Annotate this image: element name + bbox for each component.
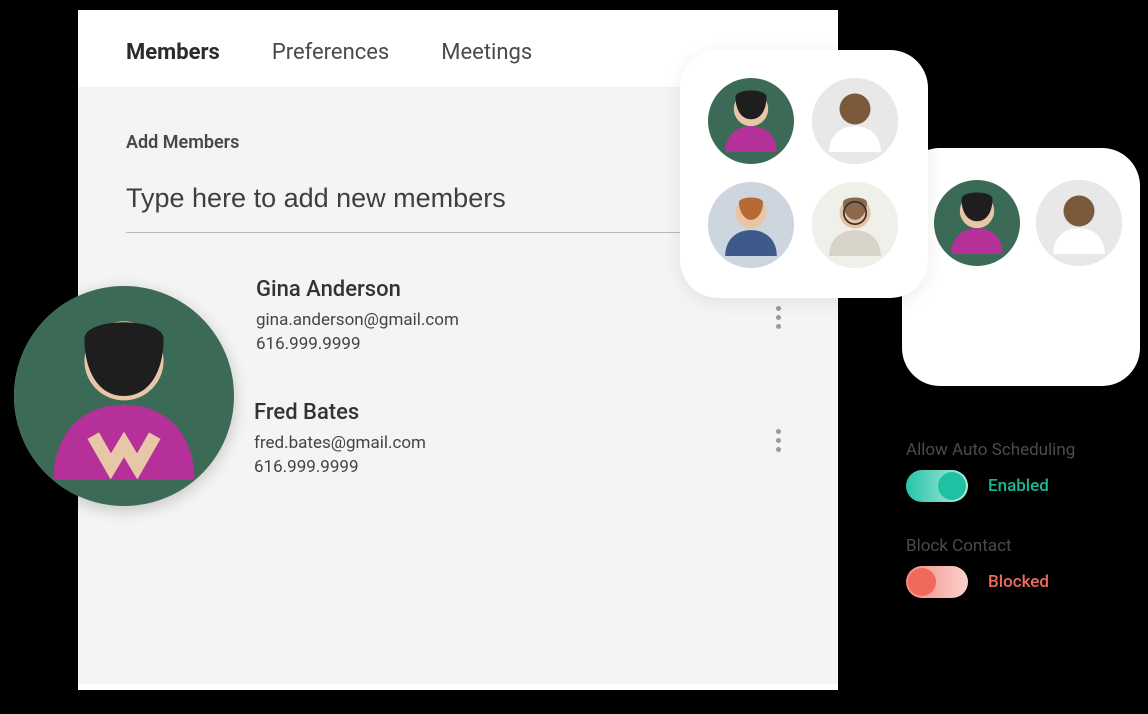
tab-preferences[interactable]: Preferences bbox=[272, 40, 389, 65]
setting-label: Block Contact bbox=[906, 536, 1138, 556]
member-email: gina.anderson@gmail.com bbox=[256, 310, 766, 330]
avatar-gina bbox=[934, 180, 1020, 266]
member-name: Fred Bates bbox=[254, 400, 766, 425]
block-contact-status: Blocked bbox=[988, 572, 1049, 592]
setting-block-contact: Block Contact Blocked bbox=[906, 536, 1138, 598]
tab-members[interactable]: Members bbox=[126, 40, 220, 65]
avatar-person3 bbox=[708, 182, 794, 268]
auto-scheduling-toggle[interactable] bbox=[906, 470, 968, 502]
avatar-grid-card-back bbox=[902, 148, 1140, 386]
avatar-grid-card-front bbox=[680, 50, 928, 298]
block-contact-toggle[interactable] bbox=[906, 566, 968, 598]
avatar-fred bbox=[812, 78, 898, 164]
setting-auto-scheduling: Allow Auto Scheduling Enabled bbox=[906, 440, 1138, 502]
member-phone: 616.999.9999 bbox=[256, 334, 766, 354]
member-info: Fred Bates fred.bates@gmail.com 616.999.… bbox=[254, 400, 766, 481]
tab-meetings[interactable]: Meetings bbox=[441, 40, 532, 65]
more-menu-icon[interactable] bbox=[766, 428, 790, 452]
auto-scheduling-status: Enabled bbox=[988, 476, 1049, 496]
avatar-person4 bbox=[812, 182, 898, 268]
settings-panel: Allow Auto Scheduling Enabled Block Cont… bbox=[906, 440, 1138, 632]
member-phone: 616.999.9999 bbox=[254, 457, 766, 477]
avatar-gina bbox=[708, 78, 794, 164]
avatar-fred bbox=[1036, 180, 1122, 266]
member-info: Gina Anderson gina.anderson@gmail.com 61… bbox=[256, 277, 766, 358]
more-menu-icon[interactable] bbox=[766, 306, 790, 330]
avatar-gina-large bbox=[14, 286, 234, 506]
member-email: fred.bates@gmail.com bbox=[254, 433, 766, 453]
setting-label: Allow Auto Scheduling bbox=[906, 440, 1138, 460]
